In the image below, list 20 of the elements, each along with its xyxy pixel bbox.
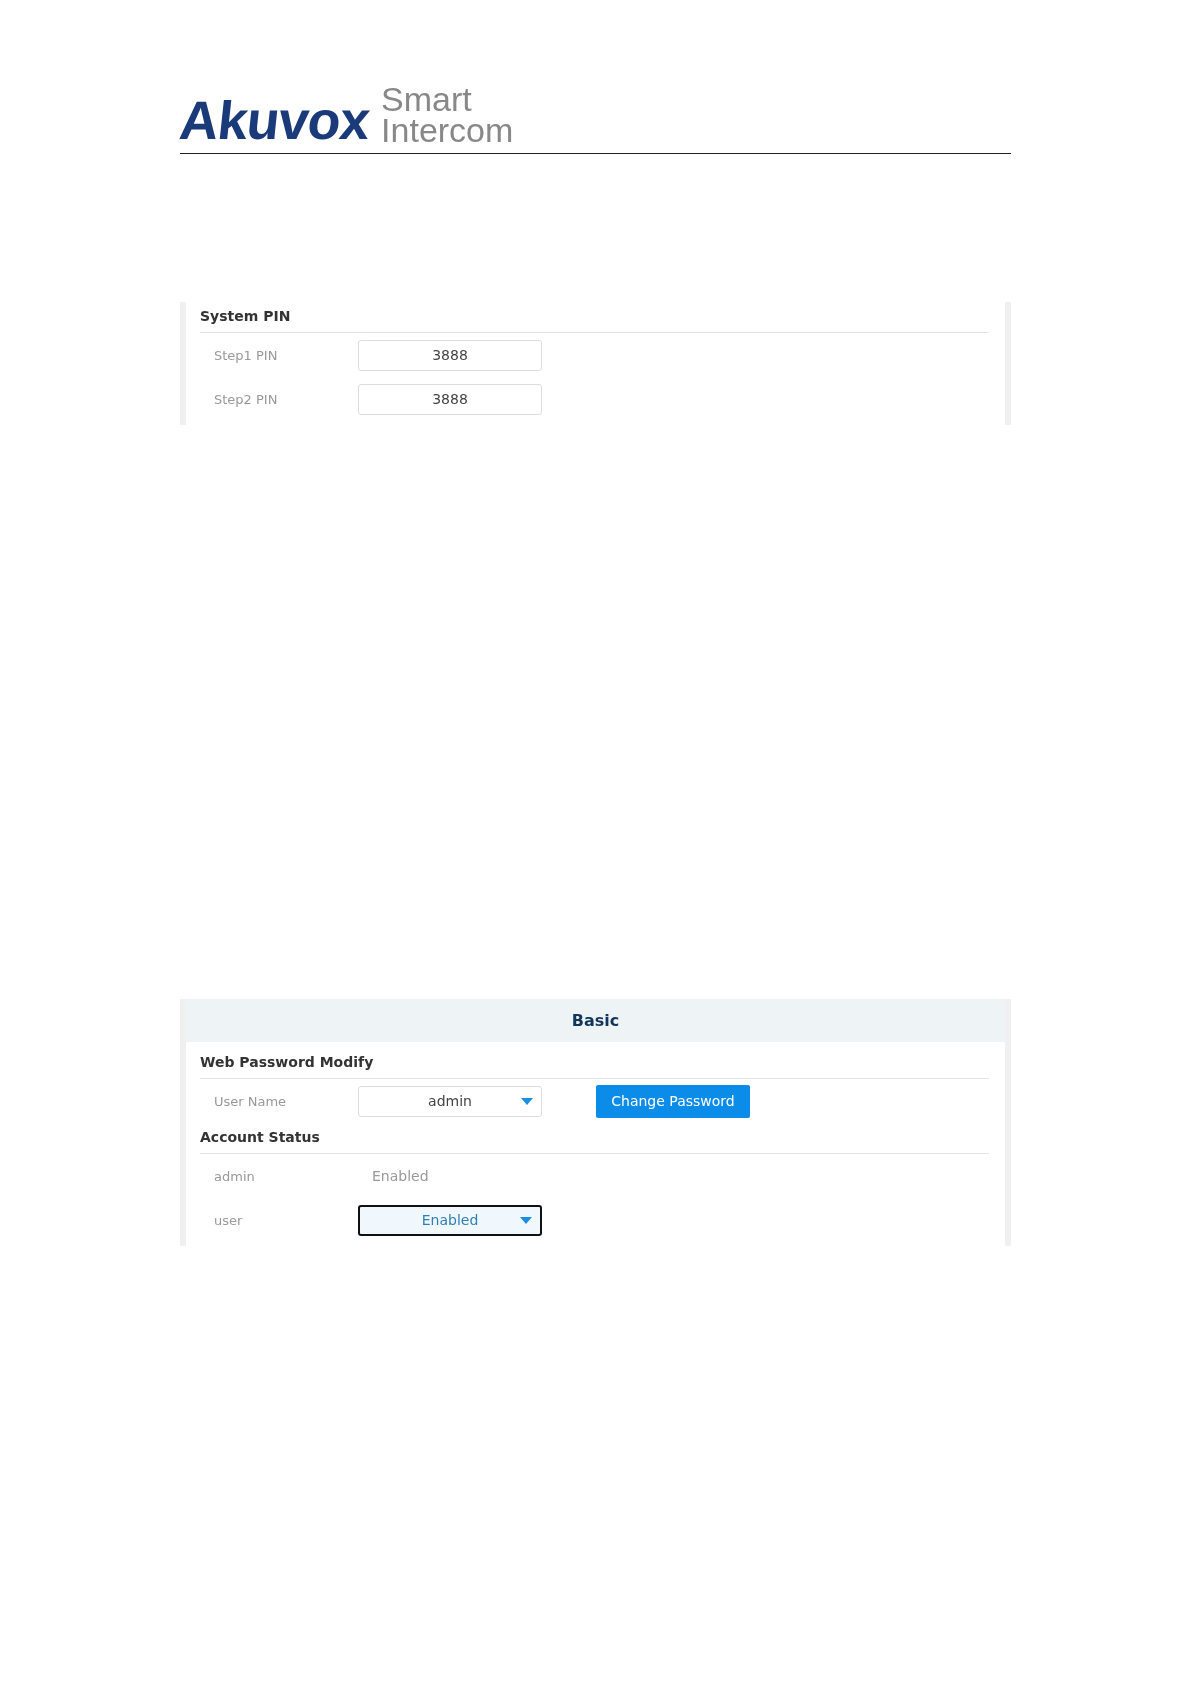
section-title: Account Status <box>200 1123 989 1155</box>
dropdown[interactable]: admin <box>358 1085 542 1117</box>
section-title: System PIN <box>200 302 989 334</box>
change-password-button[interactable]: Change Password <box>596 1084 750 1118</box>
section-title: Web Password Modify <box>200 1048 989 1080</box>
field-label: User Name <box>214 1093 288 1109</box>
pin-field[interactable]: 3888 <box>358 383 542 415</box>
caret-icon <box>521 1098 533 1106</box>
field-label: Step1 PIN <box>214 347 279 363</box>
panel-title: Basic <box>571 1011 620 1031</box>
logo-tagline: Smart <box>381 84 473 115</box>
brand-logo: Akuvox <box>177 93 372 148</box>
logo-tagline: Intercom <box>381 114 514 146</box>
status-value: Enabled <box>371 1168 429 1185</box>
field-label: admin <box>214 1168 256 1184</box>
field-label: user <box>214 1212 244 1228</box>
dropdown[interactable]: Enabled <box>358 1204 542 1236</box>
field-label: Step2 PIN <box>214 391 279 407</box>
caret-icon <box>520 1217 532 1225</box>
pin-field[interactable]: 3888 <box>358 339 542 371</box>
